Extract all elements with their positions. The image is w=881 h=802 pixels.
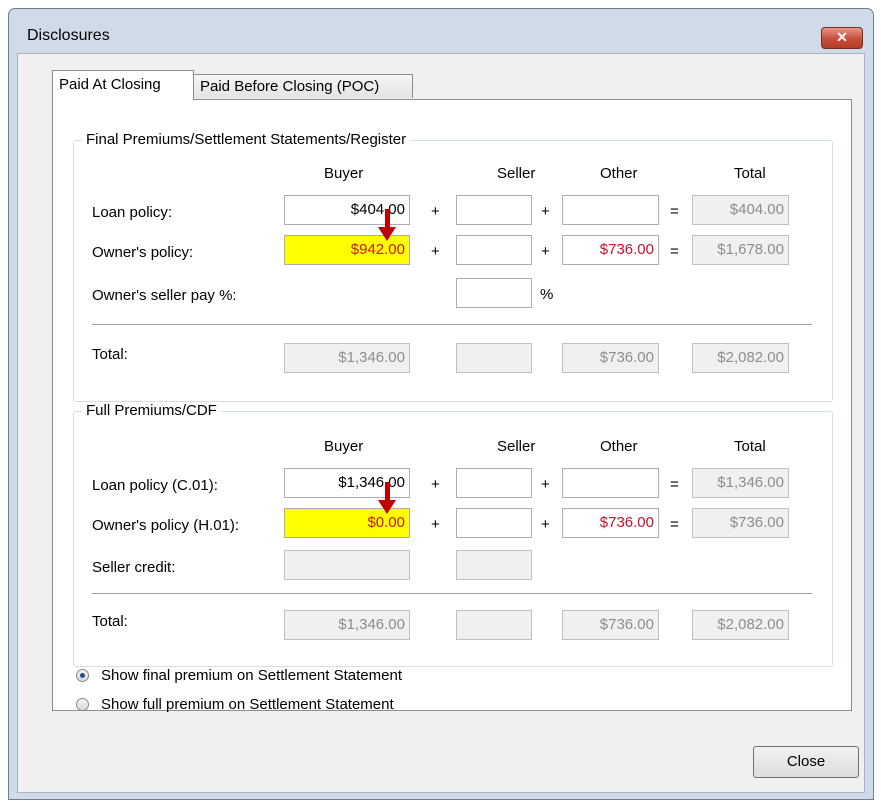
loan-policy-other-input[interactable]: [562, 195, 659, 225]
group-label: Final Premiums/Settlement Statements/Reg…: [82, 131, 411, 148]
total-other-field: $736.00: [562, 610, 659, 640]
owners-policy-total-field: $736.00: [692, 508, 789, 538]
column-header-total: Total: [734, 165, 766, 182]
tab-panel: Final Premiums/Settlement Statements/Reg…: [52, 99, 852, 711]
full-premiums-group: Full Premiums/CDF Buyer Seller Other Tot…: [73, 402, 833, 667]
column-header-buyer: Buyer: [324, 165, 364, 182]
loan-policy-label: Loan policy (C.01):: [92, 477, 218, 494]
column-header-other: Other: [600, 165, 638, 182]
plus-sign: +: [431, 203, 440, 220]
owners-policy-other-input[interactable]: $736.00: [562, 508, 659, 538]
plus-sign: +: [431, 516, 440, 533]
total-total-field: $2,082.00: [692, 610, 789, 640]
total-other-field: $736.00: [562, 343, 659, 373]
total-label: Total:: [92, 613, 128, 630]
column-header-buyer: Buyer: [324, 438, 364, 455]
loan-policy-seller-input[interactable]: [456, 468, 532, 498]
owners-policy-total-field: $1,678.00: [692, 235, 789, 265]
loan-policy-label: Loan policy:: [92, 204, 173, 221]
tab-paid-at-closing[interactable]: Paid At Closing: [52, 70, 194, 100]
equals-sign: =: [670, 516, 679, 533]
seller-credit-seller-field: [456, 550, 532, 580]
dialog-window: Disclosures ✕ Paid At Closing Paid Befor…: [8, 8, 874, 800]
equals-sign: =: [670, 243, 679, 260]
radio-label: Show full premium on Settlement Statemen…: [101, 695, 394, 713]
separator: [92, 593, 812, 594]
column-header-seller: Seller: [497, 438, 536, 455]
title-bar: Disclosures ✕: [9, 9, 873, 49]
radio-show-final-premium[interactable]: Show final premium on Settlement Stateme…: [76, 665, 402, 685]
total-seller-field: [456, 610, 532, 640]
loan-policy-other-input[interactable]: [562, 468, 659, 498]
owners-seller-pay-input[interactable]: [456, 278, 532, 308]
owners-seller-pay-label: Owner's seller pay %:: [92, 287, 237, 304]
column-header-other: Other: [600, 438, 638, 455]
column-header-seller: Seller: [497, 165, 536, 182]
radio-label: Show final premium on Settlement Stateme…: [101, 666, 402, 684]
owners-policy-seller-input[interactable]: [456, 508, 532, 538]
owners-policy-label: Owner's policy:: [92, 244, 194, 261]
radio-show-full-premium[interactable]: Show full premium on Settlement Statemen…: [76, 694, 394, 714]
close-icon[interactable]: ✕: [821, 27, 863, 49]
loan-policy-total-field: $404.00: [692, 195, 789, 225]
total-total-field: $2,082.00: [692, 343, 789, 373]
total-buyer-field: $1,346.00: [284, 343, 410, 373]
loan-policy-seller-input[interactable]: [456, 195, 532, 225]
owners-policy-label: Owner's policy (H.01):: [92, 517, 240, 534]
equals-sign: =: [670, 476, 679, 493]
plus-sign: +: [431, 476, 440, 493]
tab-paid-before-closing[interactable]: Paid Before Closing (POC): [193, 74, 413, 98]
separator: [92, 324, 812, 325]
loan-policy-buyer-input[interactable]: $1,346.00: [284, 468, 410, 498]
percent-sign: %: [540, 286, 554, 303]
owners-policy-other-input[interactable]: $736.00: [562, 235, 659, 265]
radio-button-icon[interactable]: [76, 668, 89, 682]
column-header-total: Total: [734, 438, 766, 455]
plus-sign: +: [431, 243, 440, 260]
plus-sign: +: [541, 516, 550, 533]
total-buyer-field: $1,346.00: [284, 610, 410, 640]
final-premiums-group: Final Premiums/Settlement Statements/Reg…: [73, 131, 833, 402]
dialog-body: Paid At Closing Paid Before Closing (POC…: [17, 53, 865, 793]
plus-sign: +: [541, 203, 550, 220]
total-label: Total:: [92, 346, 128, 363]
radio-button-icon[interactable]: [76, 697, 89, 711]
plus-sign: +: [541, 243, 550, 260]
plus-sign: +: [541, 476, 550, 493]
close-button[interactable]: Close: [753, 746, 859, 778]
owners-policy-seller-input[interactable]: [456, 235, 532, 265]
dialog-title: Disclosures: [27, 27, 110, 44]
loan-policy-buyer-input[interactable]: $404.00: [284, 195, 410, 225]
equals-sign: =: [670, 203, 679, 220]
seller-credit-buyer-field: [284, 550, 410, 580]
group-label: Full Premiums/CDF: [82, 402, 221, 419]
loan-policy-total-field: $1,346.00: [692, 468, 789, 498]
total-seller-field: [456, 343, 532, 373]
seller-credit-label: Seller credit:: [92, 559, 176, 576]
